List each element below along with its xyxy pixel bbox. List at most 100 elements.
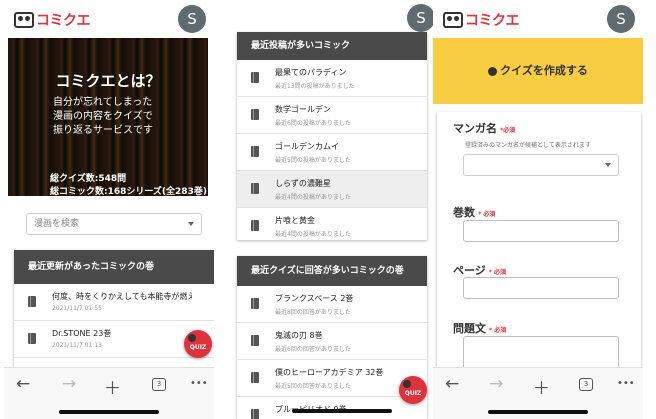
item-title: 鬼滅の刃 8巻 xyxy=(275,331,323,340)
item-title: 数学ゴールデン xyxy=(275,105,331,114)
avatar[interactable]: S xyxy=(607,5,635,33)
required-text: 必須 xyxy=(503,127,516,134)
question-icon xyxy=(403,380,411,388)
stat-comic-count: 総コミック数:168シリーズ(全283巻) xyxy=(50,187,207,197)
app-logo[interactable]: コミクエ xyxy=(14,10,91,30)
book-icon xyxy=(28,296,36,307)
logo-text: コミクエ xyxy=(36,13,91,29)
chevron-down-icon xyxy=(605,163,611,167)
new-tab-icon[interactable]: ＋ xyxy=(104,374,121,399)
list-item[interactable]: 片喰と黄金最近4問の投稿がありました xyxy=(237,208,427,245)
book-icon xyxy=(28,333,36,344)
book-icon xyxy=(251,72,259,83)
tabs-count-button[interactable]: 3 xyxy=(152,378,166,391)
item-subtext: 最近4問の投稿がありました xyxy=(275,231,351,238)
item-subtext: 最近5問の投稿がありました xyxy=(275,157,351,164)
volume-label: 巻数 * 必須 xyxy=(453,204,495,220)
book-icon xyxy=(251,183,259,194)
required-mark: * 必須 xyxy=(489,327,507,334)
page-input[interactable] xyxy=(463,277,619,299)
manga-search-select[interactable]: 漫画を検索 xyxy=(26,213,202,235)
hero-banner: コミクエとは？ 自分が忘れてしまった 漫画の内容をクイズで 振り返るサービスです… xyxy=(8,38,208,197)
book-icon xyxy=(251,335,259,346)
logo-icon xyxy=(14,12,34,28)
browser-toolbar: ← → ＋ 3 ••• xyxy=(433,367,643,419)
item-title: ゴールデンカムイ xyxy=(275,142,339,151)
hero-description: 自分が忘れてしまった 漫画の内容をクイズで 振り返るサービスです xyxy=(53,97,153,136)
item-subtext: 最近13問の投稿がありました xyxy=(275,83,355,90)
item-subtext: 最近4問の投稿がありました xyxy=(275,194,351,201)
card-title: 最近クイズに回答が多いコミックの巻 xyxy=(237,256,427,286)
required-mark: * 必須 xyxy=(478,211,496,218)
banner-title: クイズを作成する xyxy=(500,64,588,77)
stat-quiz-count: 総クイズ数:548問 xyxy=(50,174,127,184)
item-title: 僕のヒーローアカデミア 32巻 xyxy=(275,368,384,377)
forward-arrow-icon[interactable]: → xyxy=(489,374,503,394)
home-indicator xyxy=(488,410,588,414)
back-arrow-icon[interactable]: ← xyxy=(445,374,459,394)
list-item[interactable]: 鬼滅の刃 8巻最近6回の回答がありました xyxy=(237,323,427,360)
item-subtext: 最近6回の回答がありました xyxy=(275,346,351,353)
chevron-down-icon xyxy=(188,222,194,226)
screen-home: コミクエ S コミクエとは？ 自分が忘れてしまった 漫画の内容をクイズで 振り返… xyxy=(4,0,214,419)
forward-arrow-icon[interactable]: → xyxy=(62,374,76,394)
book-icon xyxy=(251,409,259,419)
item-timestamp: 2021/11/7 01:55 xyxy=(52,305,102,312)
search-placeholder: 漫画を検索 xyxy=(34,219,80,229)
question-icon xyxy=(188,334,196,342)
back-arrow-icon[interactable]: ← xyxy=(16,374,30,394)
question-label: 問題文 * 必須 xyxy=(453,320,506,336)
avatar[interactable]: S xyxy=(178,5,206,33)
more-icon[interactable]: ••• xyxy=(617,378,635,389)
book-icon xyxy=(251,220,259,231)
quiz-fab-button[interactable]: QUIZ xyxy=(184,330,212,358)
book-icon xyxy=(251,298,259,309)
hero-title: コミクエとは？ xyxy=(55,72,161,90)
create-quiz-banner[interactable]: クイズを作成する xyxy=(433,38,643,104)
app-logo[interactable]: コミクエ xyxy=(443,10,520,30)
label-text: 巻数 xyxy=(453,206,475,219)
logo-text: コミクエ xyxy=(465,13,520,29)
tabs-count-button[interactable]: 3 xyxy=(579,378,593,391)
book-icon xyxy=(251,146,259,157)
list-item[interactable]: ブランクスペース 2巻 最近8回の回答がありました xyxy=(237,286,427,323)
more-icon[interactable]: ••• xyxy=(190,378,208,389)
list-item[interactable]: しらずの濃難星 最近4問の投稿がありました xyxy=(237,171,427,208)
logo-icon xyxy=(443,12,463,28)
avatar[interactable]: S xyxy=(407,4,435,32)
card-title: 最近更新があったコミックの巻 xyxy=(14,250,214,284)
card-title: 最近投稿が多いコミック xyxy=(237,32,427,60)
app-header: コミクエ S xyxy=(4,0,214,38)
most-posted-card: 最近投稿が多いコミック 最果てのパラディン最近13問の投稿がありました 数学ゴー… xyxy=(237,32,427,240)
required-text: 必須 xyxy=(483,211,496,218)
quiz-fab-button[interactable]: QUIZ xyxy=(399,376,427,404)
volume-input[interactable] xyxy=(463,220,619,242)
label-text: ページ xyxy=(453,264,486,277)
manga-name-select[interactable] xyxy=(463,154,619,176)
item-title: 最果てのパラディン xyxy=(275,68,347,77)
item-subtext: 最近6問の投稿がありました xyxy=(275,120,351,127)
list-item[interactable]: ゴールデンカムイ最近5問の投稿がありました xyxy=(237,134,427,171)
list-item[interactable]: 最果てのパラディン最近13問の投稿がありました xyxy=(237,60,427,97)
book-icon xyxy=(251,372,259,383)
browser-toolbar: ← → ＋ 3 ••• xyxy=(4,367,214,419)
list-item[interactable]: ブルーピリオド 9巻 xyxy=(237,397,427,419)
chat-question-icon xyxy=(488,66,498,76)
app-header: コミクエ S xyxy=(433,0,643,38)
item-title: Dr.STONE 23巻 xyxy=(52,329,112,338)
item-title: ブランクスペース 2巻 xyxy=(275,294,354,303)
new-tab-icon[interactable]: ＋ xyxy=(533,374,550,399)
home-indicator xyxy=(292,409,392,413)
list-item[interactable]: 何度、時をくりかえしても本能寺が燃え… 2021/11/7 01:55 xyxy=(14,284,214,321)
item-title: 片喰と黄金 xyxy=(275,216,315,225)
screen-create-quiz: コミクエ S クイズを作成する マンガ名 *必須 登録済みのマンガ名が候補として表… xyxy=(433,0,643,419)
manga-name-help: 登録済みのマンガ名が候補として表示されます xyxy=(465,142,591,149)
list-item[interactable]: 数学ゴールデン最近6問の投稿がありました xyxy=(237,97,427,134)
fab-label: QUIZ xyxy=(189,344,207,351)
required-mark: * 必須 xyxy=(488,269,507,276)
item-timestamp: 2021/11/7 01:13 xyxy=(52,342,102,349)
book-icon xyxy=(251,109,259,120)
required-text: 必須 xyxy=(494,269,507,276)
screen-rankings: S 最近投稿が多いコミック 最果てのパラディン最近13問の投稿がありました 数学… xyxy=(233,0,443,419)
app-header: S xyxy=(233,0,443,32)
